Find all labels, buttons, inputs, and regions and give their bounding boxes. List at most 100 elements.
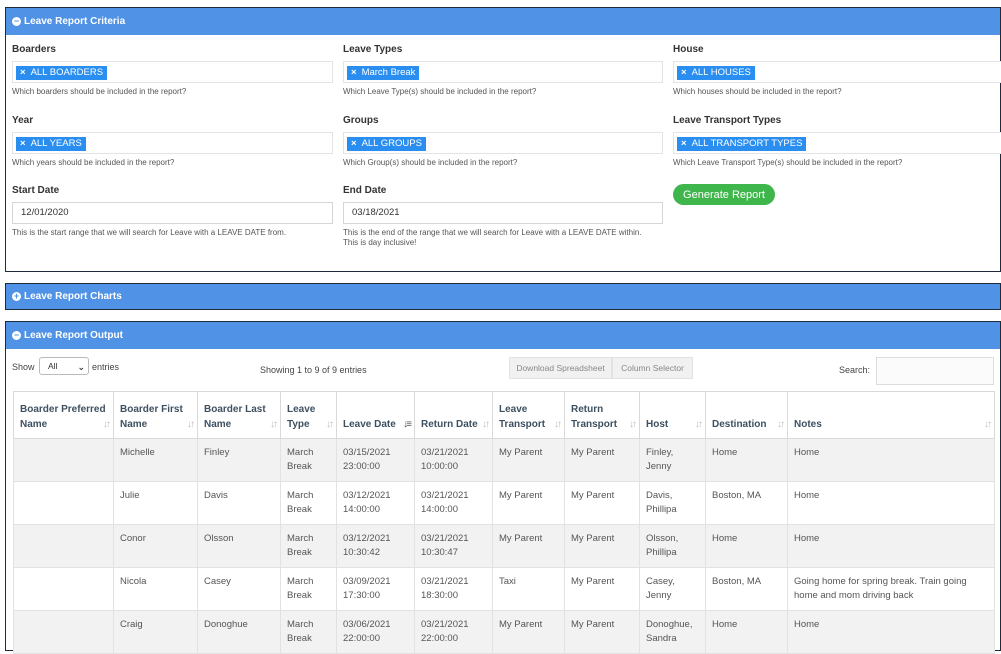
column-header-notes[interactable]: Notes ↓↑ (787, 391, 995, 439)
cell-return-transport: My Parent (564, 524, 640, 568)
cell-first-name: Nicola (113, 567, 198, 611)
end-date-hint-inclusive: This is day inclusive! (343, 238, 417, 247)
year-tag[interactable]: × ALL YEARS (16, 137, 86, 151)
table-row: Michelle Finley March Break 03/15/2021 2… (13, 438, 995, 482)
tag-remove-icon[interactable]: × (681, 67, 687, 78)
column-header-leave-transport[interactable]: Leave Transport ↓↑ (492, 391, 565, 439)
cell-destination: Home (705, 610, 788, 654)
leave-types-tag-label: March Break (361, 67, 416, 78)
house-tag[interactable]: × ALL HOUSES (677, 66, 755, 80)
cell-last-name: Casey (197, 567, 281, 611)
cell-return-transport: My Parent (564, 567, 640, 611)
sort-icon[interactable]: ↓↑ (777, 417, 785, 432)
cell-notes: Home (787, 481, 995, 525)
tag-remove-icon[interactable]: × (20, 138, 26, 149)
end-date-input[interactable]: 03/18/2021 (343, 202, 663, 224)
year-label: Year (12, 115, 34, 126)
column-header-label: Return Transport (571, 404, 618, 430)
groups-tag[interactable]: × ALL GROUPS (347, 137, 426, 151)
tag-remove-icon[interactable]: × (20, 67, 26, 78)
cell-leave-type: March Break (280, 481, 337, 525)
column-header-return-date[interactable]: Return Date ↓↑ (414, 391, 493, 439)
cell-leave-transport: My Parent (492, 481, 565, 525)
tag-remove-icon[interactable]: × (351, 138, 357, 149)
column-header-destination[interactable]: Destination ↓↑ (705, 391, 788, 439)
end-date-label: End Date (343, 185, 387, 196)
sort-icon[interactable]: ↓↑ (554, 417, 562, 432)
show-label: Show (12, 362, 35, 372)
column-header-label: Boarder Preferred Name (20, 404, 106, 430)
column-header-leave-type[interactable]: Leave Type ↓↑ (280, 391, 337, 439)
sort-icon[interactable]: ↓↑ (187, 417, 195, 432)
sort-icon[interactable]: ↓↑ (629, 417, 637, 432)
sort-icon[interactable]: ↓↑ (695, 417, 703, 432)
groups-tag-label: ALL GROUPS (361, 138, 422, 149)
groups-select[interactable]: × ALL GROUPS (343, 132, 663, 154)
boarders-hint: Which boarders should be included in the… (12, 87, 187, 96)
cell-last-name: Donoghue (197, 610, 281, 654)
column-header-host[interactable]: Host ↓↑ (639, 391, 706, 439)
sort-icon[interactable]: ↓↑ (984, 417, 992, 432)
transport-types-tag[interactable]: × ALL TRANSPORT TYPES (677, 137, 807, 151)
start-date-input[interactable]: 12/01/2020 (12, 202, 333, 224)
cell-last-name: Olsson (197, 524, 281, 568)
cell-leave-date: 03/12/2021 10:30:42 (336, 524, 415, 568)
collapse-icon[interactable]: − (12, 331, 21, 340)
download-spreadsheet-button[interactable]: Download Spreadsheet (509, 357, 612, 379)
cell-notes: Home (787, 438, 995, 482)
leave-types-select[interactable]: × March Break (343, 61, 663, 83)
house-select[interactable]: × ALL HOUSES (673, 61, 1001, 83)
column-selector-button[interactable]: Column Selector (612, 357, 693, 379)
criteria-panel-header[interactable]: − Leave Report Criteria (6, 8, 1000, 35)
output-panel-header[interactable]: − Leave Report Output (6, 322, 1000, 349)
column-header-label: Leave Transport (499, 404, 546, 430)
transport-types-select[interactable]: × ALL TRANSPORT TYPES (673, 132, 1001, 154)
cell-leave-transport: Taxi (492, 567, 565, 611)
boarders-tag-label: ALL BOARDERS (30, 67, 104, 78)
sort-icon[interactable]: ↓↑ (270, 417, 278, 432)
boarders-label: Boarders (12, 44, 56, 55)
year-select[interactable]: × ALL YEARS (12, 132, 333, 154)
generate-report-button[interactable]: Generate Report (673, 184, 775, 205)
cell-return-transport: My Parent (564, 438, 640, 482)
cell-host: Olsson, Phillipa (639, 524, 706, 568)
cell-leave-date: 03/06/2021 22:00:00 (336, 610, 415, 654)
tag-remove-icon[interactable]: × (681, 138, 687, 149)
house-hint: Which houses should be included in the r… (673, 87, 842, 96)
chevron-down-icon: ⌄ (77, 362, 85, 372)
groups-hint: Which Group(s) should be included in the… (343, 158, 518, 167)
column-header-label: Destination (712, 419, 767, 430)
sort-icon[interactable]: ↓↑ (482, 417, 490, 432)
cell-last-name: Finley (197, 438, 281, 482)
column-header-preferred-name[interactable]: Boarder Preferred Name ↓↑ (13, 391, 114, 439)
leave-types-tag[interactable]: × March Break (347, 66, 420, 80)
entries-label: entries (92, 362, 120, 372)
cell-leave-date: 03/12/2021 14:00:00 (336, 481, 415, 525)
charts-panel-title: Leave Report Charts (24, 291, 122, 302)
entries-length-select[interactable]: All ⌄ (39, 357, 89, 375)
column-header-leave-date[interactable]: Leave Date ↓≡ (336, 391, 415, 439)
table-row: Conor Olsson March Break 03/12/2021 10:3… (13, 524, 995, 568)
sort-icon[interactable]: ↓↑ (103, 417, 111, 432)
start-date-label: Start Date (12, 185, 60, 196)
sort-icon[interactable]: ↓↑ (326, 417, 334, 432)
column-header-first-name[interactable]: Boarder First Name ↓↑ (113, 391, 198, 439)
charts-panel-header[interactable]: + Leave Report Charts (6, 284, 1000, 309)
cell-preferred-name (13, 567, 114, 611)
leave-report-charts-panel: + Leave Report Charts (5, 283, 1001, 310)
collapse-icon[interactable]: − (12, 17, 21, 26)
column-header-return-transport[interactable]: Return Transport ↓↑ (564, 391, 640, 439)
cell-leave-transport: My Parent (492, 438, 565, 482)
table-header-row: Boarder Preferred Name ↓↑ Boarder First N… (13, 391, 995, 439)
transport-types-hint: Which Leave Transport Type(s) should be … (673, 158, 903, 167)
cell-leave-type: March Break (280, 438, 337, 482)
tag-remove-icon[interactable]: × (351, 67, 357, 78)
start-date-hint: This is the start range that we will sea… (12, 228, 287, 237)
boarders-select[interactable]: × ALL BOARDERS (12, 61, 333, 83)
expand-icon[interactable]: + (12, 292, 21, 301)
column-header-last-name[interactable]: Boarder Last Name ↓↑ (197, 391, 281, 439)
sort-descending-icon[interactable]: ↓≡ (403, 417, 412, 432)
boarders-tag[interactable]: × ALL BOARDERS (16, 66, 108, 80)
search-input[interactable] (876, 357, 994, 385)
cell-leave-type: March Break (280, 567, 337, 611)
